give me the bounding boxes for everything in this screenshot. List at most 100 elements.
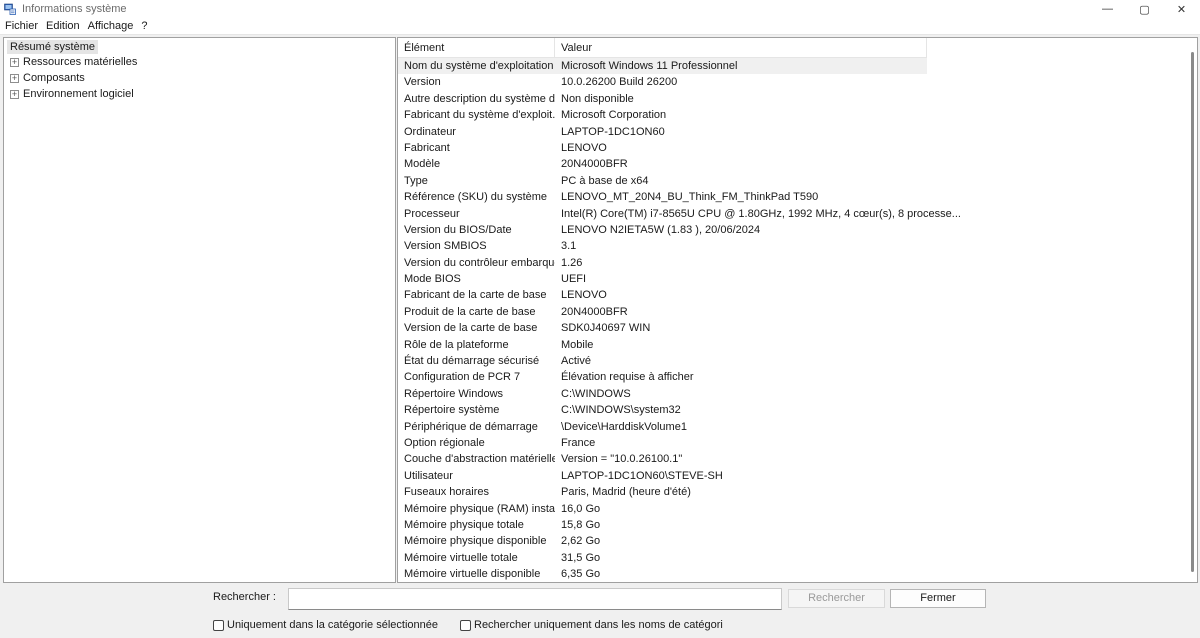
tree-item-hardware-resources[interactable]: + Ressources matérielles	[10, 56, 137, 68]
row-value-cell: 15,8 Go	[561, 518, 601, 531]
expand-plus-icon[interactable]: +	[10, 57, 19, 67]
table-row[interactable]: Fabricant de la carte de base LENOVO	[398, 287, 1178, 303]
row-value-cell: Microsoft Windows 11 Professionnel	[561, 60, 738, 72]
table-row[interactable]: Version 10.0.26200 Build 26200	[398, 74, 1178, 90]
menu-edit[interactable]: Edition	[46, 20, 80, 32]
menu-file[interactable]: Fichier	[5, 20, 38, 32]
row-element-cell: Référence (SKU) du système	[404, 191, 548, 204]
row-element-cell: Version du BIOS/Date	[404, 223, 512, 236]
maximize-icon[interactable]: ▢	[1126, 0, 1163, 18]
row-element-cell: Mémoire virtuelle totale	[404, 551, 518, 564]
row-value-cell: France	[561, 436, 596, 449]
close-button[interactable]: Fermer	[890, 589, 986, 608]
row-element-cell: Option régionale	[404, 436, 485, 449]
row-value-cell: Mobile	[561, 338, 594, 351]
expand-plus-icon[interactable]: +	[10, 89, 19, 99]
tree-item-system-summary[interactable]: Résumé système	[7, 40, 98, 54]
table-row[interactable]: Répertoire Windows C:\WINDOWS	[398, 386, 1178, 402]
column-header-value[interactable]: Valeur	[555, 38, 927, 58]
row-element-cell: Version	[404, 76, 441, 89]
row-value-cell: Microsoft Corporation	[561, 109, 667, 122]
table-row[interactable]: Mémoire virtuelle totale 31,5 Go	[398, 550, 1178, 566]
row-element-cell: Version du contrôleur embarqué	[404, 256, 555, 269]
row-value-cell: LAPTOP-1DC1ON60\STEVE-SH	[561, 469, 723, 482]
row-value-cell: C:\WINDOWS\system32	[561, 404, 681, 417]
table-row[interactable]: Couche d'abstraction matérielle Version =…	[398, 451, 1178, 467]
table-row[interactable]: Produit de la carte de base 20N4000BFR	[398, 304, 1178, 320]
row-value-cell: UEFI	[561, 273, 587, 286]
table-row[interactable]: Processeur Intel(R) Core(TM) i7-8565U CPU…	[398, 206, 1178, 222]
table-row[interactable]: Version de la carte de base SDK0J40697 WI…	[398, 320, 1178, 336]
table-row[interactable]: Type PC à base de x64	[398, 173, 1178, 189]
row-element-cell: Fuseaux horaires	[404, 486, 489, 499]
row-value-cell: 2,62 Go	[561, 535, 601, 548]
row-value-cell: LAPTOP-1DC1ON60	[561, 125, 665, 138]
checkbox-selected-category[interactable]	[213, 619, 224, 631]
table-row[interactable]: Ordinateur LAPTOP-1DC1ON60	[398, 124, 1178, 140]
vertical-scrollbar[interactable]	[1191, 52, 1194, 572]
table-row[interactable]: Version SMBIOS 3.1	[398, 238, 1178, 254]
tree-item-label: Composants	[23, 72, 85, 84]
option-selected-category[interactable]: Uniquement dans la catégorie sélectionné…	[213, 619, 438, 631]
table-row[interactable]: Modèle 20N4000BFR	[398, 156, 1178, 172]
row-value-cell: LENOVO N2IETA5W (1.83 ), 20/06/2024	[561, 223, 761, 236]
column-header-element[interactable]: Élément	[398, 38, 555, 58]
tree-item-components[interactable]: + Composants	[10, 72, 85, 84]
table-row[interactable]: Répertoire système C:\WINDOWS\system32	[398, 402, 1178, 418]
table-row[interactable]: État du démarrage sécurisé Activé	[398, 353, 1178, 369]
table-row[interactable]: Configuration de PCR 7 Élévation requise …	[398, 369, 1178, 385]
row-value-cell: LENOVO	[561, 289, 607, 302]
window-title: Informations système	[22, 3, 127, 15]
menu-view[interactable]: Affichage	[88, 20, 134, 32]
row-element-cell: Utilisateur	[404, 469, 453, 482]
row-value-cell: LENOVO_MT_20N4_BU_Think_FM_ThinkPad T590	[561, 191, 819, 204]
tree-item-label: Résumé système	[10, 41, 95, 53]
list-header: Élément Valeur	[398, 38, 927, 58]
table-row[interactable]: Nom du système d'exploitation Microsoft W…	[398, 58, 927, 75]
system-info-app-icon	[4, 3, 16, 15]
search-input[interactable]	[288, 588, 782, 610]
row-element-cell: Mémoire virtuelle disponible	[404, 568, 541, 581]
row-element-cell: Produit de la carte de base	[404, 305, 536, 318]
table-row[interactable]: Rôle de la plateforme Mobile	[398, 337, 1178, 353]
table-row[interactable]: Mémoire physique disponible 2,62 Go	[398, 533, 1178, 549]
close-icon[interactable]: ✕	[1163, 0, 1200, 18]
minimize-icon[interactable]: —	[1089, 0, 1126, 18]
search-label: Rechercher :	[213, 591, 276, 603]
row-element-cell: Autre description du système d...	[404, 92, 555, 105]
table-row[interactable]: Utilisateur LAPTOP-1DC1ON60\STEVE-SH	[398, 468, 1178, 484]
row-value-cell: 3.1	[561, 240, 577, 253]
checkbox-category-names[interactable]	[460, 619, 471, 631]
tree-item-label: Ressources matérielles	[23, 56, 138, 68]
table-row[interactable]: Mode BIOS UEFI	[398, 271, 1178, 287]
table-row[interactable]: Mémoire physique (RAM) instal... 16,0 Go	[398, 501, 1178, 517]
row-element-cell: Version de la carte de base	[404, 322, 538, 335]
category-tree[interactable]: Résumé système + Ressources matérielles …	[3, 37, 396, 583]
table-row[interactable]: Fabricant LENOVO	[398, 140, 1178, 156]
table-row[interactable]: Périphérique de démarrage \Device\Harddis…	[398, 419, 1178, 435]
table-row[interactable]: Référence (SKU) du système LENOVO_MT_20N4…	[398, 189, 1178, 205]
table-row[interactable]: Mémoire virtuelle disponible 6,35 Go	[398, 566, 1178, 582]
row-value-cell: Intel(R) Core(TM) i7-8565U CPU @ 1.80GHz…	[561, 207, 961, 220]
table-row[interactable]: Option régionale France	[398, 435, 1178, 451]
option-category-names[interactable]: Rechercher uniquement dans les noms de c…	[460, 619, 723, 631]
table-row[interactable]: Autre description du système d... Non dis…	[398, 91, 1178, 107]
row-element-cell: Nom du système d'exploitation	[404, 60, 554, 72]
table-row[interactable]: Version du BIOS/Date LENOVO N2IETA5W (1.8…	[398, 222, 1178, 238]
row-element-cell: État du démarrage sécurisé	[404, 355, 540, 368]
row-value-cell: C:\WINDOWS	[561, 387, 631, 400]
search-button[interactable]: Rechercher	[788, 589, 885, 608]
menu-help[interactable]: ?	[141, 20, 147, 32]
row-value-cell: Version = "10.0.26100.1"	[561, 453, 683, 466]
row-value-cell: Élévation requise à afficher	[561, 371, 694, 384]
row-value-cell: PC à base de x64	[561, 174, 649, 187]
row-value-cell: SDK0J40697 WIN	[561, 322, 651, 335]
details-list[interactable]: Élément Valeur Nom du système d'exploita…	[397, 37, 1198, 583]
table-row[interactable]: Mémoire physique totale 15,8 Go	[398, 517, 1178, 533]
tree-item-software-environment[interactable]: + Environnement logiciel	[10, 88, 134, 100]
row-element-cell: Fabricant du système d'exploit...	[404, 109, 555, 122]
table-row[interactable]: Fuseaux horaires Paris, Madrid (heure d'é…	[398, 484, 1178, 500]
table-row[interactable]: Version du contrôleur embarqué 1.26	[398, 255, 1178, 271]
table-row[interactable]: Fabricant du système d'exploit... Microso…	[398, 107, 1178, 123]
expand-plus-icon[interactable]: +	[10, 73, 19, 83]
